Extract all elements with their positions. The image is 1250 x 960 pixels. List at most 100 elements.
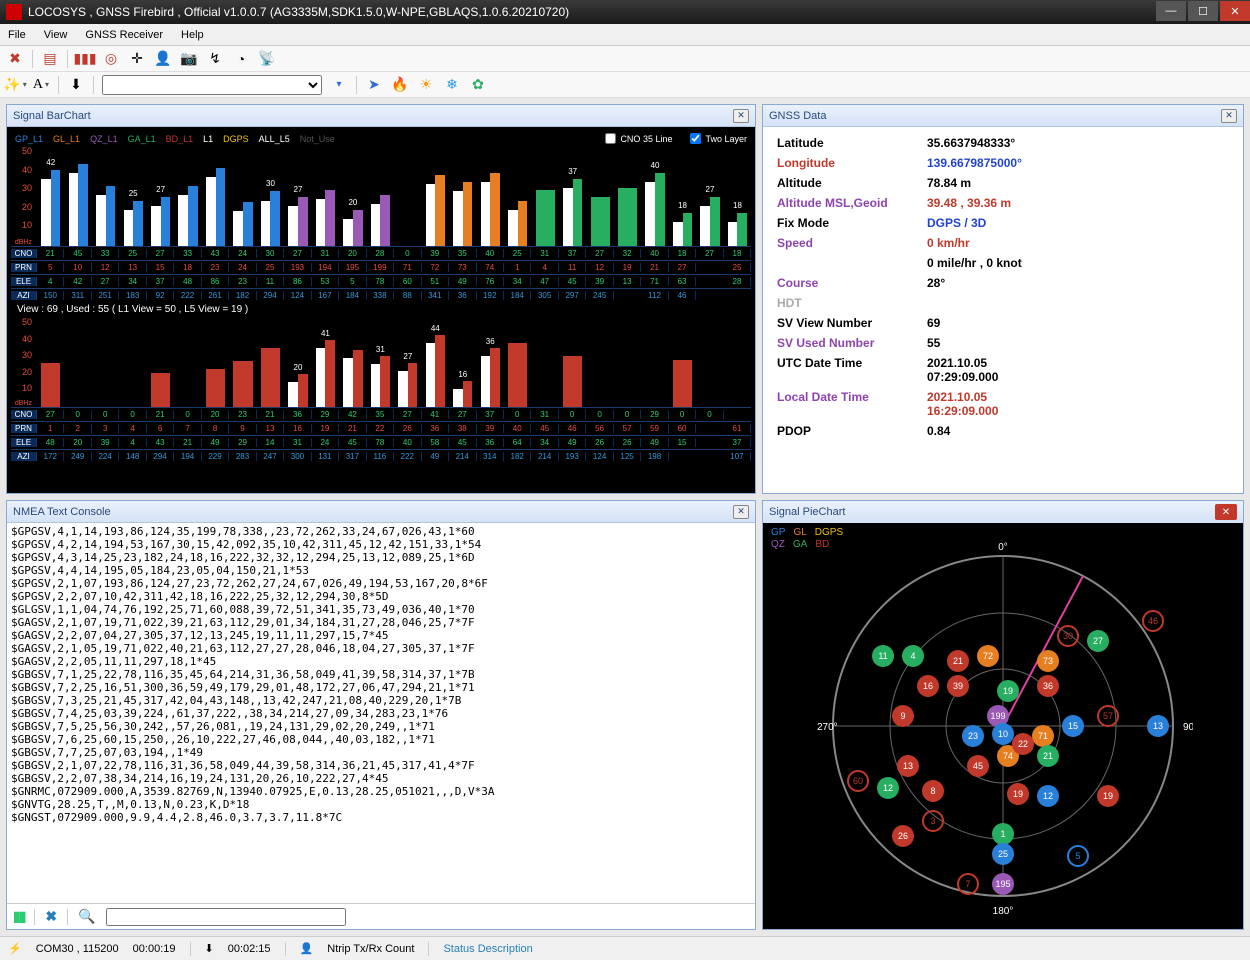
download-icon[interactable]: ⬇ xyxy=(67,76,85,94)
search-icon[interactable]: 🔍 xyxy=(78,908,95,925)
wand-dropdown[interactable]: ✨ xyxy=(6,76,24,94)
crosshair-icon[interactable]: ✛ xyxy=(128,50,146,68)
svg-text:270°: 270° xyxy=(817,722,838,733)
panel-close-icon[interactable]: ✕ xyxy=(1215,504,1237,520)
bar: 31 xyxy=(367,317,394,407)
nmea-text[interactable]: $GPGSV,4,1,14,193,86,124,35,199,78,338,,… xyxy=(7,523,755,903)
gnss-row: UTC Date Time2021.10.05 07:29:09.000 xyxy=(777,353,1229,387)
snowflake-icon[interactable]: ❄ xyxy=(443,76,461,94)
signal-barchart-panel: Signal BarChart ✕ GP_L1GL_L1QZ_L1GA_L1BD… xyxy=(6,104,756,494)
satellite-marker: 23 xyxy=(962,725,984,747)
bar xyxy=(92,317,119,407)
data-row-ele: ELE4422734374886231186535786051497634474… xyxy=(11,274,751,288)
signal-bars-icon[interactable]: ▮▮▮ xyxy=(76,50,94,68)
bar: 27 xyxy=(147,146,174,246)
bar: 20 xyxy=(339,146,366,246)
titlebar: LOCOSYS , GNSS Firebird , Official v1.0.… xyxy=(0,0,1250,24)
bar xyxy=(119,317,146,407)
search-input[interactable] xyxy=(106,908,346,926)
text-dropdown[interactable]: A xyxy=(32,76,50,94)
cno35-checkbox[interactable] xyxy=(605,133,616,144)
satellite-marker: 19 xyxy=(1007,783,1029,805)
data-row-azi: AZI1503112511839222226118229412416718433… xyxy=(11,288,751,302)
maximize-button[interactable]: ☐ xyxy=(1188,1,1218,21)
bar xyxy=(614,146,641,246)
pdf-icon[interactable]: ▤ xyxy=(41,50,59,68)
bars-upper: 5040302010dBHz 4225273027203740182718 xyxy=(11,146,751,246)
status-timer1: 00:00:19 xyxy=(133,943,176,955)
panel-close-icon[interactable]: ✕ xyxy=(1221,109,1237,123)
app-icon xyxy=(6,4,22,20)
menu-gnss-receiver[interactable]: GNSS Receiver xyxy=(85,29,163,41)
bar xyxy=(174,146,201,246)
minimize-button[interactable]: — xyxy=(1156,1,1186,21)
bar xyxy=(37,317,64,407)
fire-icon[interactable]: 🔥 xyxy=(391,76,409,94)
bar xyxy=(586,317,613,407)
satellite-marker: 10 xyxy=(992,723,1014,745)
bar xyxy=(202,146,229,246)
data-row-ele: ELE4820394432149291431244578405845366434… xyxy=(11,435,751,449)
bar: 42 xyxy=(37,146,64,246)
satellite-marker: 21 xyxy=(947,650,969,672)
chevron-down-icon[interactable]: ▾ xyxy=(330,76,348,94)
gnss-row: Altitude MSL,Geoid39.48 , 39.36 m xyxy=(777,193,1229,213)
bar xyxy=(312,146,339,246)
svg-text:90°: 90° xyxy=(1183,722,1193,733)
satellite-marker: 13 xyxy=(897,755,919,777)
camera-icon[interactable]: 📷 xyxy=(180,50,198,68)
sun-icon[interactable]: ☀ xyxy=(417,76,435,94)
satellite-marker: 72 xyxy=(977,645,999,667)
gnss-data-panel: GNSS Data ✕ Latitude35.6637948333°Longit… xyxy=(762,104,1244,494)
satellite-marker: 19 xyxy=(997,680,1019,702)
bar: 30 xyxy=(257,146,284,246)
target-icon[interactable]: ◎ xyxy=(102,50,120,68)
bar xyxy=(367,146,394,246)
gnss-row: PDOP0.84 xyxy=(777,421,1229,441)
satellite-icon[interactable]: 📡 xyxy=(258,50,276,68)
bar xyxy=(64,317,91,407)
send-icon[interactable]: ➤ xyxy=(365,76,383,94)
bar xyxy=(394,146,421,246)
disconnect-icon[interactable]: ✖ xyxy=(6,50,24,68)
gauge-icon[interactable]: ◔ xyxy=(232,50,250,68)
bar xyxy=(422,146,449,246)
gear-icon[interactable]: ✿ xyxy=(469,76,487,94)
panel-close-icon[interactable]: ✕ xyxy=(733,109,749,123)
satellite-marker: 195 xyxy=(992,873,1014,895)
legend-item: DGPS xyxy=(223,134,249,144)
bar xyxy=(531,317,558,407)
satellite-marker: 73 xyxy=(1037,650,1059,672)
route-icon[interactable]: ↯ xyxy=(206,50,224,68)
bar xyxy=(202,317,229,407)
menu-help[interactable]: Help xyxy=(181,29,204,41)
signal-piechart-panel: Signal PieChart ✕ GPGLDGPSQZGABD 0° 90° … xyxy=(762,500,1244,930)
gnss-row: SV Used Number55 xyxy=(777,333,1229,353)
satellite-marker: 4 xyxy=(902,645,924,667)
panel-close-icon[interactable]: ✕ xyxy=(733,505,749,519)
status-description[interactable]: Status Description xyxy=(443,943,532,955)
combo-select[interactable] xyxy=(102,75,322,95)
bar: 37 xyxy=(559,146,586,246)
bar xyxy=(641,317,668,407)
person-pin-icon[interactable]: 👤 xyxy=(154,50,172,68)
legend-item: GP_L1 xyxy=(15,134,43,144)
menu-file[interactable]: File xyxy=(8,29,26,41)
twolayer-checkbox[interactable] xyxy=(690,133,701,144)
menu-view[interactable]: View xyxy=(44,29,68,41)
close-button[interactable]: ✕ xyxy=(1220,1,1250,21)
satellite-marker: 16 xyxy=(917,675,939,697)
bar xyxy=(147,317,174,407)
clear-icon[interactable]: ✖ xyxy=(45,908,57,925)
satellite-marker: 3 xyxy=(922,810,944,832)
status-ntrip: Ntrip Tx/Rx Count xyxy=(327,943,414,955)
bar: 18 xyxy=(669,146,696,246)
bar xyxy=(92,146,119,246)
bar xyxy=(531,146,558,246)
satellite-marker: 5 xyxy=(1067,845,1089,867)
satellite-marker: 25 xyxy=(992,843,1014,865)
gnss-row: Course28° xyxy=(777,273,1229,293)
play-icon[interactable]: ▮▮ xyxy=(13,908,24,925)
panel-title: NMEA Text Console xyxy=(13,506,111,518)
gnss-row: Local Date Time2021.10.05 16:29:09.000 xyxy=(777,387,1229,421)
